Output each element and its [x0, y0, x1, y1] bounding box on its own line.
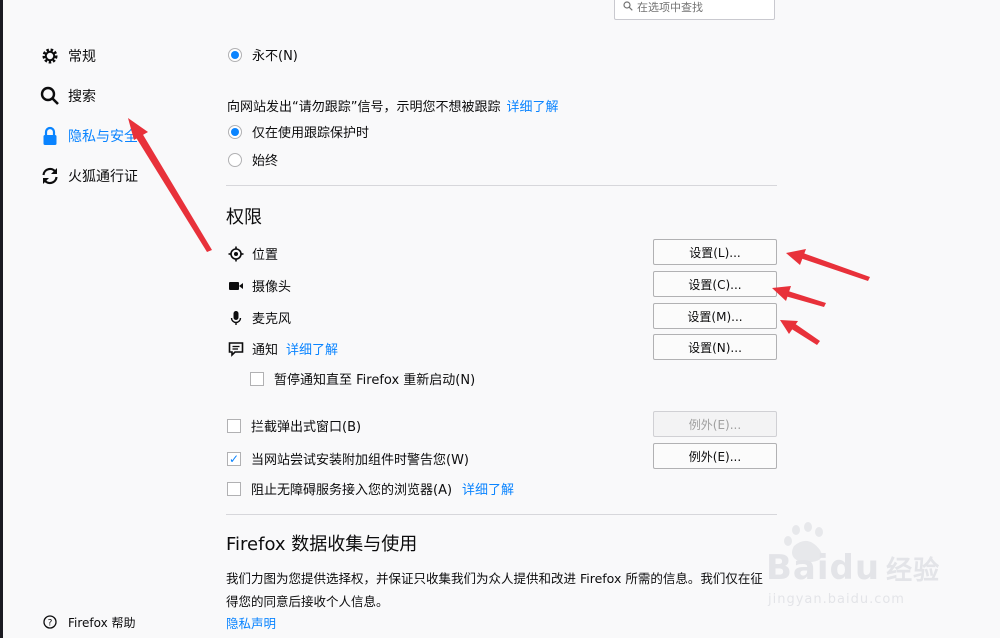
- annotation-arrow: [786, 249, 806, 265]
- watermark-product: 经验: [886, 556, 941, 586]
- annotation-arrow: [128, 118, 148, 140]
- watermark-url: jingyan.baidu.com: [768, 592, 905, 607]
- annotation-arrow: [132, 128, 212, 252]
- annotation-arrow: [790, 323, 820, 345]
- annotation-arrow: [785, 291, 826, 307]
- watermark-brand: Bai: [766, 548, 830, 588]
- annotation-arrow: [800, 253, 870, 281]
- baidu-watermark: Baidu 经验 jingyan.baidu.com: [748, 520, 948, 620]
- annotation-arrow: [772, 286, 791, 301]
- watermark-brand-suffix: du: [829, 548, 881, 588]
